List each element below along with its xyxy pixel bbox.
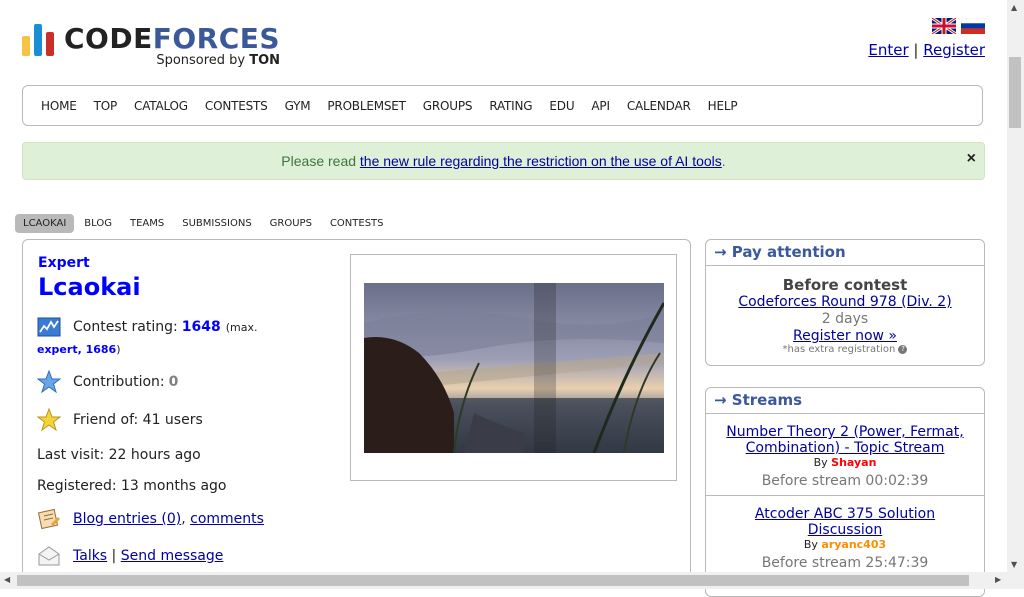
extra-registration-note: *has extra registration (782, 344, 896, 355)
streams-box: → Streams Number Theory 2 (Power, Fermat… (705, 387, 985, 597)
horizontal-scroll-thumb[interactable] (17, 575, 969, 586)
stream-title-link[interactable]: Atcoder ABC 375 Solution Discussion (755, 506, 935, 538)
stream-author[interactable]: aryanc403 (821, 538, 886, 551)
help-icon[interactable]: ? (898, 345, 908, 354)
codeforces-logo[interactable]: CODEFORCES Sponsored by TON (22, 24, 280, 68)
menu-item-edu[interactable]: EDU (549, 99, 574, 113)
contribution-value: 0 (168, 374, 179, 390)
tab-teams[interactable]: TEAMS (122, 214, 172, 233)
menu-item-api[interactable]: API (591, 99, 610, 113)
stream-item: Atcoder ABC 375 Solution Discussion By a… (706, 496, 984, 577)
pay-attention-box: → Pay attention Before contest Codeforce… (705, 239, 985, 366)
send-message-link[interactable]: Send message (121, 548, 224, 564)
menu-item-help[interactable]: HELP (708, 99, 738, 113)
enter-link[interactable]: Enter (868, 41, 908, 59)
contest-rating-label: Contest rating: (73, 319, 178, 335)
star-gold-icon (37, 408, 61, 432)
auth-separator: | (913, 41, 919, 59)
registered-text: Registered: 13 months ago (37, 478, 227, 494)
rating-graph-icon (37, 315, 61, 339)
star-blue-icon (37, 370, 61, 394)
menu-item-top[interactable]: TOP (94, 99, 118, 113)
vertical-scroll-thumb[interactable] (1009, 57, 1021, 128)
contribution-label: Contribution: (73, 374, 165, 390)
auth-links: Enter | Register (868, 41, 985, 59)
tab-blog[interactable]: BLOG (76, 214, 120, 233)
scroll-left-icon[interactable]: ◀ (4, 575, 10, 584)
logo-sponsor: Sponsored by TON (156, 53, 281, 68)
contest-rating-value: 1648 (181, 319, 221, 335)
before-contest-heading: Before contest (782, 276, 908, 294)
envelope-icon (37, 544, 61, 568)
user-handle[interactable]: Lcaokai (38, 273, 141, 301)
ai-rule-alert: Please read the new rule regarding the r… (22, 142, 985, 180)
tab-submissions[interactable]: SUBMISSIONS (174, 214, 259, 233)
contest-link[interactable]: Codeforces Round 978 (Div. 2) (738, 294, 951, 310)
stream-time: Before stream 00:02:39 (761, 473, 929, 489)
user-avatar-photo (364, 283, 664, 453)
blog-entries-link[interactable]: Blog entries (0) (73, 511, 181, 527)
alert-text: Please read (281, 153, 360, 169)
tab-contests[interactable]: CONTESTS (322, 214, 392, 233)
pay-attention-title: → Pay attention (706, 240, 984, 266)
menu-item-groups[interactable]: GROUPS (423, 99, 473, 113)
stream-time: Before stream 25:47:39 (761, 555, 929, 571)
menu-item-rating[interactable]: RATING (489, 99, 532, 113)
streams-title: → Streams (706, 388, 984, 414)
user-rank: Expert (38, 255, 90, 271)
horizontal-scrollbar[interactable]: ◀ ▶ (0, 572, 1024, 589)
menu-item-problemset[interactable]: PROBLEMSET (327, 99, 406, 113)
user-avatar-frame (350, 254, 677, 481)
profile-tabs: LCAOKAI BLOG TEAMS SUBMISSIONS GROUPS CO… (15, 214, 392, 233)
talks-link[interactable]: Talks (73, 548, 107, 564)
main-menu: HOME TOP CATALOG CONTESTS GYM PROBLEMSET… (22, 85, 983, 126)
friend-of-text: Friend of: 41 users (73, 412, 203, 428)
menu-item-home[interactable]: HOME (41, 99, 77, 113)
blog-entries-icon (37, 507, 61, 531)
vertical-scrollbar[interactable]: ▲ ▼ (1007, 0, 1024, 572)
last-visit-text: Last visit: 22 hours ago (37, 447, 201, 463)
profile-info-box: Expert Lcaokai Contest rating: 1648 (max… (22, 239, 691, 589)
scroll-right-icon[interactable]: ▶ (995, 575, 1001, 584)
scroll-up-icon[interactable]: ▲ (1011, 3, 1017, 12)
stream-title-link[interactable]: Number Theory 2 (Power, Fermat, Combinat… (726, 424, 963, 456)
ai-rule-link[interactable]: the new rule regarding the restriction o… (360, 153, 722, 169)
stream-item: Number Theory 2 (Power, Fermat, Combinat… (706, 414, 984, 496)
menu-item-calendar[interactable]: CALENDAR (627, 99, 691, 113)
logo-bars-icon (22, 24, 54, 56)
english-flag-icon[interactable] (932, 18, 956, 34)
menu-item-catalog[interactable]: CATALOG (134, 99, 188, 113)
register-now-link[interactable]: Register now » (793, 328, 897, 344)
scroll-down-icon[interactable]: ▼ (1011, 560, 1017, 569)
menu-item-contests[interactable]: CONTESTS (205, 99, 268, 113)
contest-countdown: 2 days (821, 311, 869, 327)
stream-author[interactable]: Shayan (831, 456, 876, 469)
logo-title: CODEFORCES (64, 22, 281, 55)
menu-item-gym[interactable]: GYM (285, 99, 311, 113)
close-icon[interactable]: × (967, 140, 976, 177)
comments-link[interactable]: comments (190, 511, 264, 527)
register-link[interactable]: Register (923, 41, 985, 59)
russian-flag-icon[interactable] (961, 18, 985, 34)
tab-groups[interactable]: GROUPS (262, 214, 320, 233)
tab-lcaokai[interactable]: LCAOKAI (15, 214, 75, 233)
max-rating-value: expert, 1686 (37, 343, 117, 356)
